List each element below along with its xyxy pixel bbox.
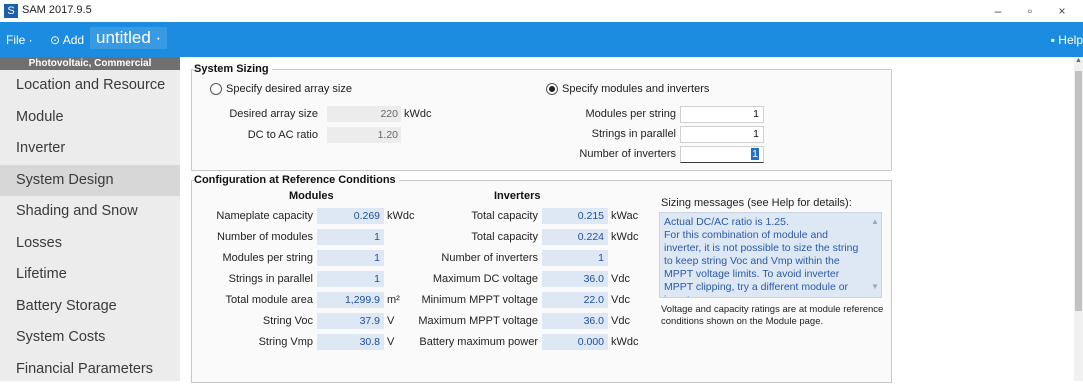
radio-label: Specify desired array size [226,83,352,95]
maximum-dc-voltage-unit: Vdc [611,273,630,285]
radio-button-icon[interactable] [210,83,222,95]
sizing-messages-label: Sizing messages (see Help for details): [661,197,852,209]
total-capacity-dc-label: Total capacity [395,231,538,243]
dc-ac-ratio-field: 1.20 [327,127,401,143]
main-scrollbar[interactable]: ▲ [1074,57,1083,381]
sidebar-item-module[interactable]: Module [0,102,180,134]
strings-in-parallel-result-label: Strings in parallel [180,273,313,285]
minimum-mppt-voltage-value: 22.0 [542,292,608,308]
system-sizing-title: System Sizing [194,63,272,75]
modules-per-string-label: Modules per string [560,108,676,120]
maximum-mppt-voltage-value: 36.0 [542,313,608,329]
number-of-modules-value: 1 [317,229,384,245]
scrollbar-thumb[interactable] [1075,71,1082,311]
ratings-note: Voltage and capacity ratings are at modu… [661,304,886,328]
sidebar-item-system-design[interactable]: System Design [0,165,180,197]
project-tab[interactable]: untitled · [90,27,167,49]
number-of-inverters-label: Number of inverters [560,148,676,160]
messages-scroll-icon[interactable]: ▲▼ [870,215,880,293]
string-voc-unit: V [387,315,394,327]
total-capacity-dc-unit: kWdc [611,231,639,243]
scroll-up-icon[interactable]: ▲ [1074,57,1083,64]
total-capacity-ac-label: Total capacity [395,210,538,222]
radio-label: Specify modules and inverters [562,83,709,95]
sidebar-item-losses[interactable]: Losses [0,228,180,260]
modules-heading: Modules [289,190,334,202]
maximum-dc-voltage-label: Maximum DC voltage [395,273,538,285]
maximum-mppt-voltage-label: Maximum MPPT voltage [395,315,538,327]
battery-maximum-power-unit: kWdc [611,336,639,348]
selected-value: 1 [751,148,759,160]
app-logo-icon: S [4,4,18,18]
help-menu[interactable]: ▪ Help [1051,33,1083,47]
string-vmp-label: String Vmp [180,336,313,348]
sidebar-item-system-costs[interactable]: System Costs [0,322,180,354]
add-menu[interactable]: ⊙ Add [50,33,84,47]
total-capacity-dc-value: 0.224 [542,229,608,245]
desired-array-size-field: 220 [327,106,401,122]
sizing-messages-box[interactable]: Actual DC/AC ratio is 1.25. For this com… [659,212,882,298]
desired-array-size-unit: kWdc [404,108,432,120]
battery-maximum-power-label: Battery maximum power [395,336,538,348]
modules-per-string-result-label: Modules per string [180,252,313,264]
maximum-dc-voltage-value: 36.0 [542,271,608,287]
sidebar-item-shading-and-snow[interactable]: Shading and Snow [0,196,180,228]
main-panel: System Sizing Specify desired array size… [180,57,1083,381]
close-button[interactable]: × [1052,2,1072,20]
string-vmp-value: 30.8 [317,334,384,350]
nameplate-capacity-value: 0.269 [317,208,384,224]
sizing-messages-text: Actual DC/AC ratio is 1.25. For this com… [664,216,865,298]
sidebar-header: Photovoltaic, Commercial [0,57,180,70]
total-capacity-ac-value: 0.215 [542,208,608,224]
string-vmp-unit: V [387,336,394,348]
sidebar-item-location-and-resource[interactable]: Location and Resource [0,70,180,102]
number-of-inverters-input[interactable]: 1 [680,146,764,163]
number-of-inverters-result-value: 1 [542,250,608,266]
total-module-area-value: 1,299.9 [317,292,384,308]
sidebar-item-inverter[interactable]: Inverter [0,133,180,165]
dc-ac-ratio-label: DC to AC ratio [218,129,318,141]
string-voc-value: 37.9 [317,313,384,329]
strings-in-parallel-label: Strings in parallel [560,128,676,140]
number-of-inverters-result-label: Number of inverters [395,252,538,264]
number-of-modules-label: Number of modules [180,231,313,243]
radio-modules-and-inverters[interactable]: Specify modules and inverters [546,83,709,95]
maximum-mppt-voltage-unit: Vdc [611,315,630,327]
maximize-button[interactable]: ▫ [1020,2,1040,20]
total-module-area-label: Total module area [180,294,313,306]
nameplate-capacity-label: Nameplate capacity [180,210,313,222]
sidebar-item-financial-parameters[interactable]: Financial Parameters [0,354,180,385]
configuration-title: Configuration at Reference Conditions [194,174,399,186]
string-voc-label: String Voc [180,315,313,327]
window-title: SAM 2017.9.5 [22,4,92,16]
minimum-mppt-voltage-label: Minimum MPPT voltage [395,294,538,306]
modules-per-string-input[interactable]: 1 [680,106,764,123]
radio-desired-array-size[interactable]: Specify desired array size [210,83,352,95]
modules-per-string-result-value: 1 [317,250,384,266]
file-menu[interactable]: File · [6,33,33,47]
menu-bar: File · ⊙ Add untitled · ▪ Help [0,22,1083,57]
strings-in-parallel-result-value: 1 [317,271,384,287]
sidebar-item-lifetime[interactable]: Lifetime [0,259,180,291]
total-capacity-ac-unit: kWac [611,210,638,222]
sidebar: Photovoltaic, Commercial Location and Re… [0,57,180,381]
minimum-mppt-voltage-unit: Vdc [611,294,630,306]
battery-maximum-power-value: 0.000 [542,334,608,350]
inverters-heading: Inverters [494,190,540,202]
minimize-button[interactable]: – [988,2,1008,20]
desired-array-size-label: Desired array size [218,108,318,120]
title-bar: S SAM 2017.9.5 – ▫ × [0,0,1083,22]
sidebar-item-battery-storage[interactable]: Battery Storage [0,291,180,323]
strings-in-parallel-input[interactable]: 1 [680,126,764,143]
radio-button-selected-icon[interactable] [546,83,558,95]
